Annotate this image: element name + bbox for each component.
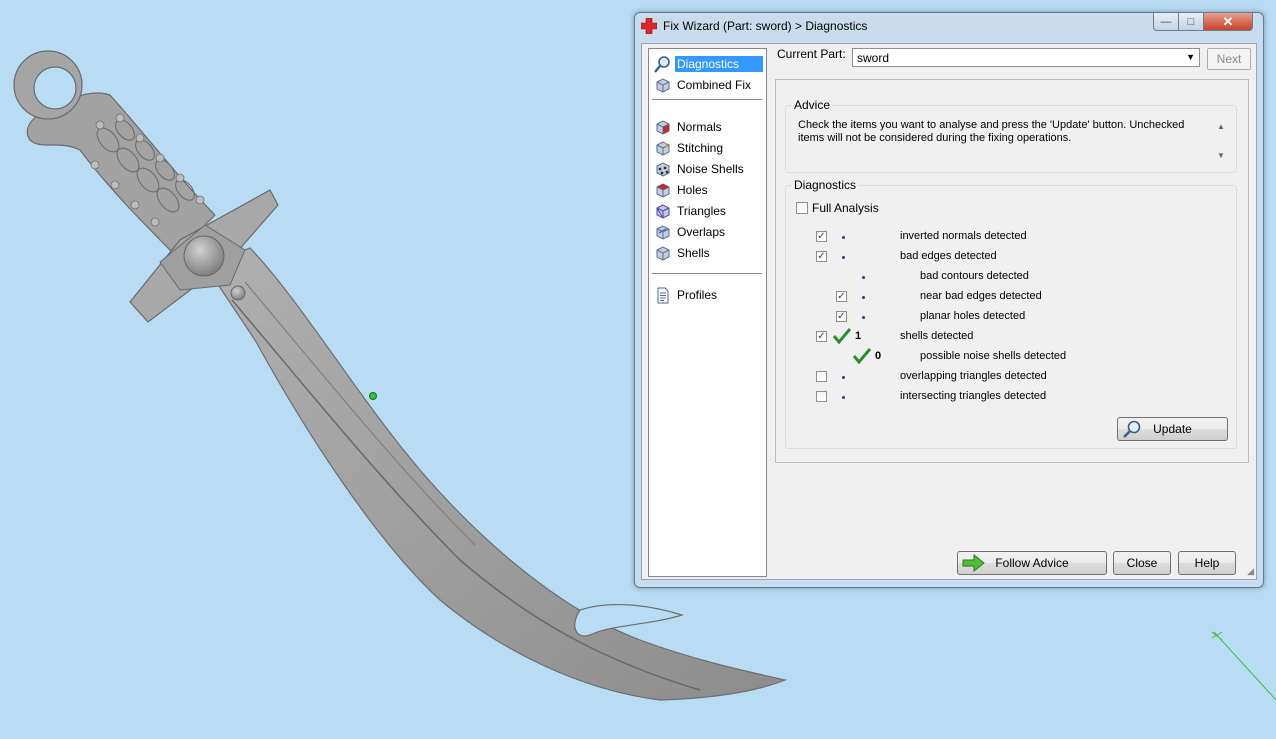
nav-label: Combined Fix xyxy=(677,78,752,92)
nav-item-noise-shells[interactable]: Noise Shells xyxy=(654,159,764,179)
status-dot xyxy=(842,236,845,239)
noise-shells-count: 0 xyxy=(875,350,882,362)
row-label: inverted normals detected xyxy=(900,230,1027,242)
follow-advice-button[interactable]: Follow Advice xyxy=(957,551,1107,575)
full-analysis-checkbox[interactable] xyxy=(796,202,808,214)
row-label: near bad edges detected xyxy=(920,290,1042,302)
status-dot xyxy=(842,396,845,399)
nav-label: Triangles xyxy=(677,204,726,218)
normals-cube-icon xyxy=(656,119,670,135)
nav-item-stitching[interactable]: Stitching xyxy=(654,138,764,158)
triangles-cube-icon xyxy=(656,203,670,219)
status-dot xyxy=(842,256,845,259)
fix-wizard-dialog: Fix Wizard (Part: sword) > Diagnostics —… xyxy=(634,12,1264,588)
row-label: bad contours detected xyxy=(920,270,1029,282)
scroll-up-icon[interactable]: ▲ xyxy=(1217,122,1225,131)
advice-title: Advice xyxy=(792,98,833,112)
nav-item-triangles[interactable]: Triangles xyxy=(654,201,764,221)
nav-item-shells[interactable]: Shells xyxy=(654,243,764,263)
intersecting-triangles-checkbox[interactable] xyxy=(816,391,827,402)
nav-divider xyxy=(652,99,762,100)
diagnostics-group: Diagnostics Full Analysis ✓ inverted nor… xyxy=(785,178,1237,449)
stitching-cube-icon xyxy=(656,140,670,156)
minimize-button[interactable]: — xyxy=(1153,13,1179,31)
status-dot xyxy=(862,296,865,299)
near-bad-edges-checkbox[interactable]: ✓ xyxy=(836,291,847,302)
magnifier-icon xyxy=(1123,420,1141,438)
wizard-nav-list: Diagnostics Combined Fix Normals Stitchi… xyxy=(648,48,767,577)
row-label: shells detected xyxy=(900,330,974,342)
overlaps-cube-icon xyxy=(656,224,670,240)
green-arrow-right-icon xyxy=(962,554,985,572)
scroll-down-icon[interactable]: ▼ xyxy=(1217,151,1225,160)
nav-divider xyxy=(652,273,762,274)
nav-label: Noise Shells xyxy=(677,162,744,176)
chevron-down-icon: ▼ xyxy=(1186,52,1195,62)
row-label: overlapping triangles detected xyxy=(900,370,1047,382)
nav-label: Holes xyxy=(677,183,708,197)
nav-label: Overlaps xyxy=(677,225,726,239)
nav-item-normals[interactable]: Normals xyxy=(654,117,764,137)
profile-document-icon xyxy=(657,287,669,303)
nav-item-combined-fix[interactable]: Combined Fix xyxy=(654,75,764,95)
status-dot xyxy=(862,316,865,319)
current-part-label: Current Part: xyxy=(777,47,846,61)
full-analysis-label: Full Analysis xyxy=(812,201,879,215)
green-check-icon xyxy=(853,348,871,364)
maximize-button[interactable]: □ xyxy=(1178,13,1204,31)
advice-group: Advice Check the items you want to analy… xyxy=(785,98,1237,173)
nav-item-profiles[interactable]: Profiles xyxy=(654,285,764,305)
noise-shells-icon xyxy=(656,161,670,177)
window-title: Fix Wizard (Part: sword) > Diagnostics xyxy=(663,19,868,33)
current-part-select[interactable]: sword ▼ xyxy=(852,48,1200,67)
row-label: planar holes detected xyxy=(920,310,1026,322)
row-label: intersecting triangles detected xyxy=(900,390,1047,402)
status-dot xyxy=(862,276,865,279)
planar-holes-checkbox[interactable]: ✓ xyxy=(836,311,847,322)
shells-checkbox[interactable]: ✓ xyxy=(816,331,827,342)
magnifier-icon xyxy=(654,55,670,73)
nav-label: Normals xyxy=(677,120,722,134)
dialog-client-area: Diagnostics Combined Fix Normals Stitchi… xyxy=(641,43,1257,580)
inverted-normals-checkbox[interactable]: ✓ xyxy=(816,231,827,242)
bad-edges-checkbox[interactable]: ✓ xyxy=(816,251,827,262)
current-part-value: sword xyxy=(857,51,890,65)
overlapping-triangles-checkbox[interactable] xyxy=(816,371,827,382)
red-cross-icon xyxy=(641,18,657,34)
nav-label: Profiles xyxy=(677,288,718,302)
status-dot xyxy=(842,376,845,379)
title-bar[interactable]: Fix Wizard (Part: sword) > Diagnostics —… xyxy=(635,13,1263,39)
help-button[interactable]: Help xyxy=(1178,551,1236,575)
advice-text: Check the items you want to analyse and … xyxy=(798,119,1185,144)
close-button[interactable]: Close xyxy=(1113,551,1171,575)
nav-label: Diagnostics xyxy=(675,56,763,72)
holes-cube-icon xyxy=(656,182,670,198)
follow-advice-label: Follow Advice xyxy=(995,556,1069,570)
nav-item-diagnostics[interactable]: Diagnostics xyxy=(654,54,764,74)
close-window-button[interactable]: ✕ xyxy=(1203,13,1253,31)
nav-item-overlaps[interactable]: Overlaps xyxy=(654,222,764,242)
resize-grip-icon[interactable]: ◢ xyxy=(1247,566,1254,577)
nav-item-holes[interactable]: Holes xyxy=(654,180,764,200)
cube-icon xyxy=(656,77,670,93)
row-label: possible noise shells detected xyxy=(920,350,1067,362)
next-button[interactable]: Next xyxy=(1207,48,1251,70)
diagnostics-panel: Advice Check the items you want to analy… xyxy=(775,79,1249,463)
shells-cube-icon xyxy=(656,245,670,261)
update-button[interactable]: Update xyxy=(1117,417,1228,441)
row-label: bad edges detected xyxy=(900,250,997,262)
shells-count: 1 xyxy=(855,330,862,342)
green-check-icon xyxy=(833,328,851,344)
diagnostics-title: Diagnostics xyxy=(792,178,859,192)
nav-label: Stitching xyxy=(677,141,724,155)
update-label: Update xyxy=(1153,422,1192,436)
nav-label: Shells xyxy=(677,246,710,260)
